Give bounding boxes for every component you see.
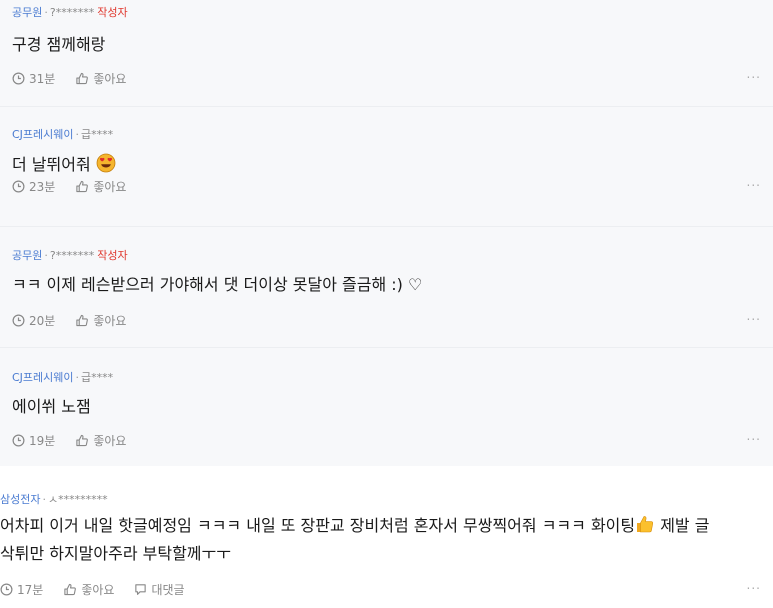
reply-comment: CJ프레시웨이 · 급**** 에이쒸 노잼 19분 좋아요 ... — [0, 348, 773, 466]
thumbs-up-emoji-icon — [635, 514, 655, 541]
company-name[interactable]: 공무원 — [12, 249, 42, 262]
comment-meta: CJ프레시웨이 · 급**** — [12, 128, 114, 141]
reply-button[interactable]: 대댓글 — [134, 581, 185, 598]
comment-text: 더 날뛰어줘 — [12, 151, 116, 177]
user-id: 급**** — [81, 128, 114, 141]
clock-icon — [12, 434, 25, 447]
comment-actions: 31분 좋아요 — [12, 70, 146, 87]
more-options-button[interactable]: ... — [747, 175, 761, 189]
comment-meta: 공무원 · ?******* 작성자 — [12, 249, 128, 262]
reply-comment: 공무원 · ?******* 작성자 구경 잼께해랑 31분 좋아요 ... — [0, 0, 773, 106]
like-button[interactable]: 좋아요 — [75, 432, 126, 449]
reply-comment: CJ프레시웨이 · 급**** 더 날뛰어줘 23분 좋아요 ... — [0, 107, 773, 226]
speech-bubble-icon — [135, 584, 147, 595]
heart-eyes-emoji-icon — [96, 153, 116, 177]
reply-comment: 공무원 · ?******* 작성자 ㅋㅋ 이제 레슨받으러 가야해서 댓 더이상 못… — [0, 227, 773, 347]
like-button[interactable]: 좋아요 — [75, 70, 126, 87]
comment-text: 어차피 이거 내일 핫글예정임 ㅋㅋㅋ 내일 또 장판교 장비처럼 혼자서 무쌍… — [0, 514, 710, 563]
time-ago: 19분 — [12, 432, 55, 449]
thumbs-up-icon — [76, 314, 89, 327]
clock-icon — [12, 314, 25, 327]
more-options-button[interactable]: ... — [747, 309, 761, 323]
author-badge: 작성자 — [97, 249, 128, 262]
time-ago: 31분 — [12, 70, 55, 87]
author-badge: 작성자 — [97, 6, 128, 19]
company-name[interactable]: 공무원 — [12, 6, 42, 19]
comment-actions: 19분 좋아요 — [12, 432, 146, 449]
company-name[interactable]: 삼성전자 — [0, 493, 40, 506]
like-button[interactable]: 좋아요 — [75, 178, 126, 195]
time-ago: 17분 — [0, 581, 43, 598]
comment-actions: 23분 좋아요 — [12, 178, 146, 195]
clock-icon — [12, 72, 25, 85]
comment-text: ㅋㅋ 이제 레슨받으러 가야해서 댓 더이상 못달아 즐금해 :) ♡ — [12, 275, 423, 294]
comment-text: 구경 잼께해랑 — [12, 35, 106, 54]
comment-meta: 삼성전자 · ㅅ********* — [0, 493, 108, 506]
more-options-button[interactable]: ... — [747, 578, 761, 592]
like-button[interactable]: 좋아요 — [75, 312, 126, 329]
more-options-button[interactable]: ... — [747, 429, 761, 443]
comment-meta: CJ프레시웨이 · 급**** — [12, 371, 114, 384]
thumbs-up-icon — [76, 180, 89, 193]
more-options-button[interactable]: ... — [747, 67, 761, 81]
comment: 삼성전자 · ㅅ********* 어차피 이거 내일 핫글예정임 ㅋㅋㅋ 내일 또… — [0, 466, 773, 608]
like-button[interactable]: 좋아요 — [63, 581, 114, 598]
user-id: ?******* — [49, 249, 95, 262]
comment-meta: 공무원 · ?******* 작성자 — [12, 6, 128, 19]
company-name[interactable]: CJ프레시웨이 — [12, 371, 74, 384]
company-name[interactable]: CJ프레시웨이 — [12, 128, 74, 141]
time-ago: 23분 — [12, 178, 55, 195]
user-id: ㅅ********* — [47, 493, 108, 506]
thumbs-up-icon — [76, 72, 89, 85]
user-id: ?******* — [49, 6, 95, 19]
thumbs-up-icon — [64, 583, 77, 596]
comment-actions: 17분 좋아요 대댓글 — [0, 581, 205, 598]
thumbs-up-icon — [76, 434, 89, 447]
clock-icon — [0, 583, 13, 596]
comment-actions: 20분 좋아요 — [12, 312, 146, 329]
comment-text: 에이쒸 노잼 — [12, 397, 91, 416]
time-ago: 20분 — [12, 312, 55, 329]
clock-icon — [12, 180, 25, 193]
user-id: 급**** — [81, 371, 114, 384]
